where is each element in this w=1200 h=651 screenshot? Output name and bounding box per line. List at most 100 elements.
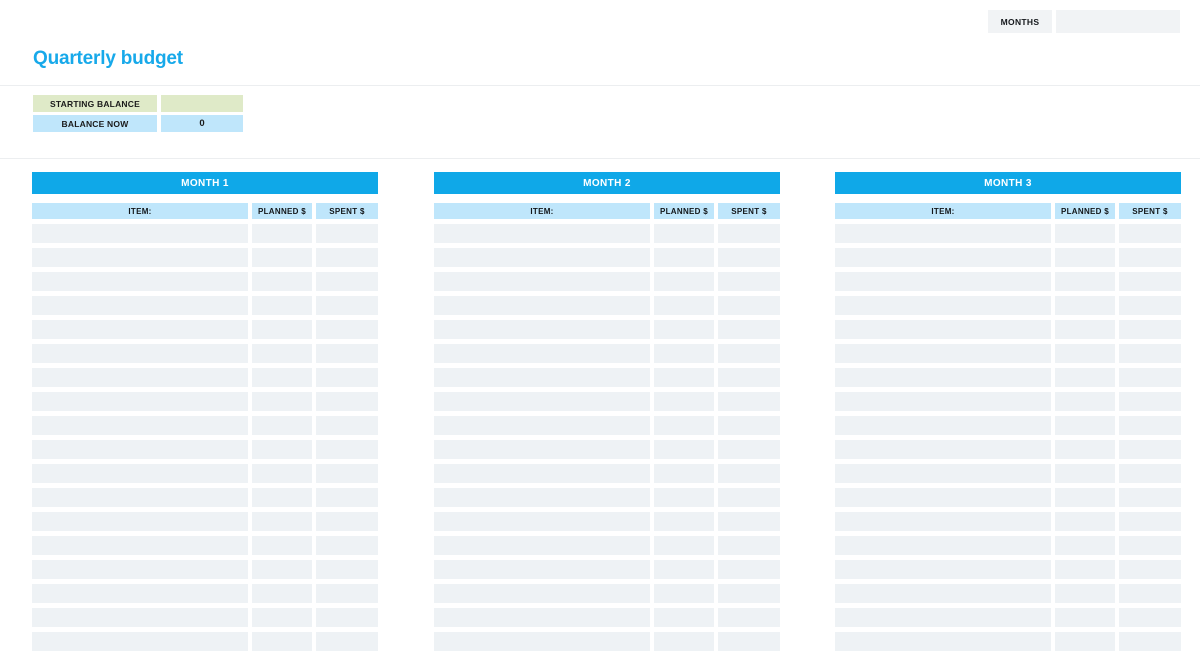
item-cell[interactable] [835,632,1051,651]
planned-cell[interactable] [252,608,312,627]
item-cell[interactable] [434,488,650,507]
planned-cell[interactable] [654,632,714,651]
spent-cell[interactable] [1119,464,1181,483]
planned-cell[interactable] [654,464,714,483]
spent-cell[interactable] [316,224,378,243]
spent-cell[interactable] [1119,224,1181,243]
planned-cell[interactable] [1055,632,1115,651]
planned-cell[interactable] [252,416,312,435]
spent-cell[interactable] [316,272,378,291]
planned-cell[interactable] [654,320,714,339]
spent-cell[interactable] [1119,440,1181,459]
item-cell[interactable] [835,248,1051,267]
item-cell[interactable] [32,608,248,627]
planned-cell[interactable] [1055,416,1115,435]
planned-cell[interactable] [654,608,714,627]
item-cell[interactable] [434,248,650,267]
spent-cell[interactable] [316,536,378,555]
spent-cell[interactable] [1119,584,1181,603]
balance-now-value[interactable]: 0 [161,115,243,132]
item-cell[interactable] [32,512,248,531]
item-cell[interactable] [434,512,650,531]
item-cell[interactable] [434,584,650,603]
planned-cell[interactable] [654,584,714,603]
planned-cell[interactable] [654,248,714,267]
spent-cell[interactable] [1119,296,1181,315]
item-cell[interactable] [434,536,650,555]
planned-cell[interactable] [654,296,714,315]
spent-cell[interactable] [718,368,780,387]
planned-cell[interactable] [654,392,714,411]
item-cell[interactable] [434,416,650,435]
item-cell[interactable] [434,296,650,315]
spent-cell[interactable] [316,560,378,579]
spent-cell[interactable] [316,464,378,483]
planned-cell[interactable] [654,344,714,363]
item-cell[interactable] [32,440,248,459]
planned-cell[interactable] [1055,248,1115,267]
item-cell[interactable] [32,344,248,363]
planned-cell[interactable] [654,560,714,579]
item-cell[interactable] [434,392,650,411]
item-cell[interactable] [835,224,1051,243]
spent-cell[interactable] [718,536,780,555]
planned-cell[interactable] [654,224,714,243]
spent-cell[interactable] [718,464,780,483]
planned-cell[interactable] [654,272,714,291]
spent-cell[interactable] [718,248,780,267]
spent-cell[interactable] [1119,368,1181,387]
item-cell[interactable] [434,560,650,579]
item-cell[interactable] [835,536,1051,555]
spent-cell[interactable] [316,248,378,267]
planned-cell[interactable] [1055,512,1115,531]
planned-cell[interactable] [252,320,312,339]
planned-cell[interactable] [654,536,714,555]
item-cell[interactable] [32,632,248,651]
spent-cell[interactable] [316,320,378,339]
spent-cell[interactable] [1119,512,1181,531]
spent-cell[interactable] [718,320,780,339]
item-cell[interactable] [835,392,1051,411]
spent-cell[interactable] [718,560,780,579]
spent-cell[interactable] [1119,560,1181,579]
item-cell[interactable] [835,296,1051,315]
spent-cell[interactable] [1119,344,1181,363]
item-cell[interactable] [434,368,650,387]
item-cell[interactable] [32,368,248,387]
planned-cell[interactable] [252,464,312,483]
item-cell[interactable] [434,224,650,243]
spent-cell[interactable] [718,416,780,435]
planned-cell[interactable] [1055,344,1115,363]
item-cell[interactable] [434,320,650,339]
spent-cell[interactable] [316,488,378,507]
planned-cell[interactable] [1055,440,1115,459]
item-cell[interactable] [835,488,1051,507]
spent-cell[interactable] [718,488,780,507]
item-cell[interactable] [434,344,650,363]
spent-cell[interactable] [1119,632,1181,651]
item-cell[interactable] [835,320,1051,339]
spent-cell[interactable] [718,632,780,651]
months-input[interactable] [1056,10,1180,33]
spent-cell[interactable] [718,224,780,243]
planned-cell[interactable] [252,440,312,459]
planned-cell[interactable] [252,368,312,387]
item-cell[interactable] [434,464,650,483]
spent-cell[interactable] [1119,320,1181,339]
item-cell[interactable] [835,416,1051,435]
planned-cell[interactable] [654,440,714,459]
spent-cell[interactable] [316,296,378,315]
item-cell[interactable] [835,560,1051,579]
planned-cell[interactable] [252,488,312,507]
spent-cell[interactable] [718,272,780,291]
item-cell[interactable] [835,272,1051,291]
planned-cell[interactable] [252,536,312,555]
item-cell[interactable] [32,248,248,267]
spent-cell[interactable] [316,632,378,651]
item-cell[interactable] [835,464,1051,483]
planned-cell[interactable] [252,512,312,531]
planned-cell[interactable] [252,272,312,291]
planned-cell[interactable] [1055,296,1115,315]
item-cell[interactable] [835,344,1051,363]
spent-cell[interactable] [718,440,780,459]
